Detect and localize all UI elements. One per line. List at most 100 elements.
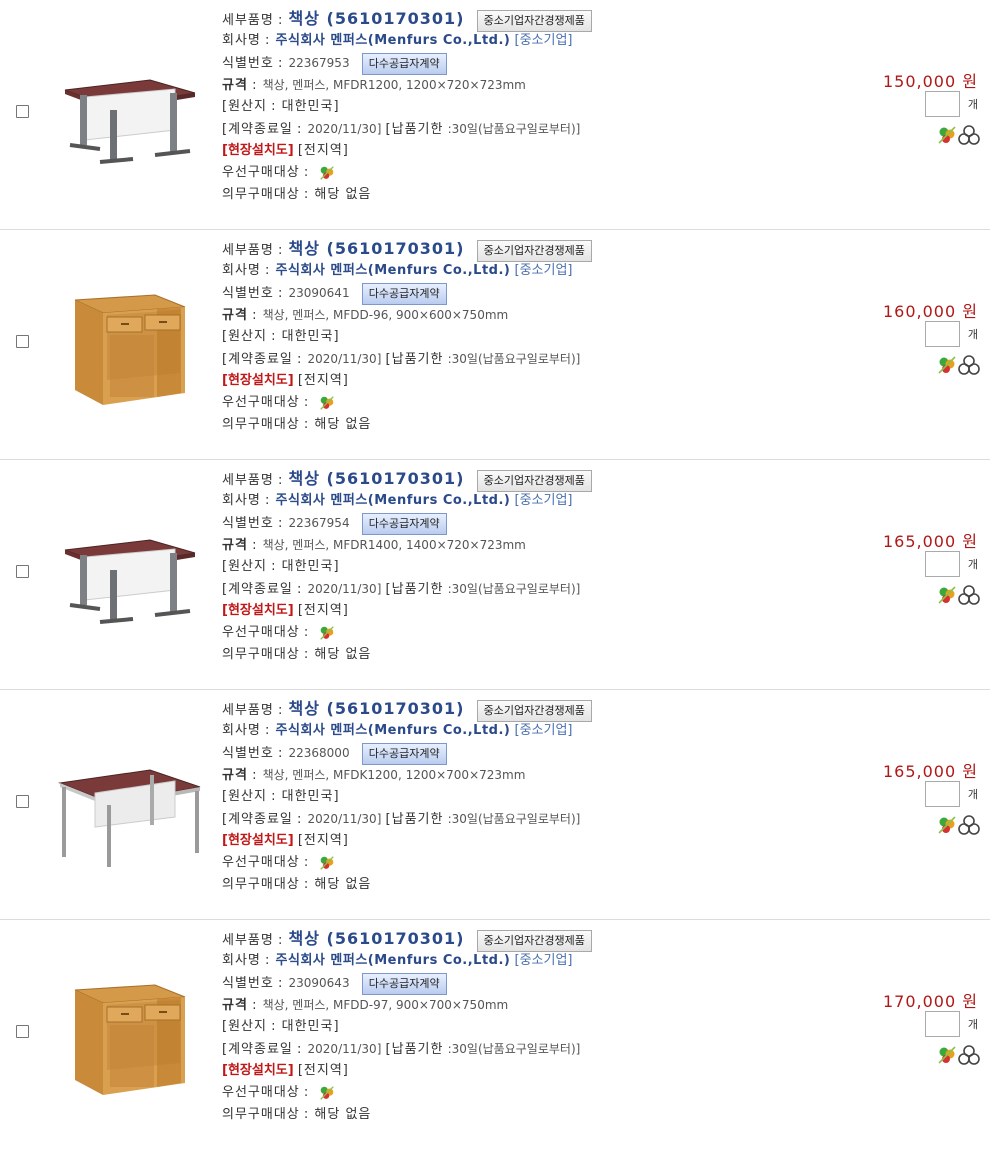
priority-purchase-icon[interactable]: [318, 624, 336, 642]
price-value: 165,000: [883, 532, 957, 551]
compare-icon[interactable]: [958, 124, 980, 146]
multi-contract-badge[interactable]: 다수공급자계약: [361, 742, 447, 765]
quantity-input[interactable]: [925, 91, 960, 117]
quantity-input[interactable]: [925, 551, 960, 577]
product-image[interactable]: [55, 495, 205, 645]
priority-purchase-icon[interactable]: [936, 584, 958, 606]
quantity-input[interactable]: [925, 1011, 960, 1037]
list-item: 세부품명 : 책상 (5610170301) 중소기업자간경쟁제품 회사명 : …: [0, 230, 990, 460]
mandatory-purchase-label: 의무구매대상: [222, 1107, 300, 1122]
product-name-link[interactable]: 책상 (5610170301): [289, 239, 465, 258]
quantity-input[interactable]: [925, 781, 960, 807]
price-value: 170,000: [883, 992, 957, 1011]
sme-competition-badge[interactable]: 중소기업자간경쟁제품: [476, 9, 592, 32]
product-image[interactable]: [55, 265, 205, 415]
compare-icon[interactable]: [958, 584, 980, 606]
action-icons: [936, 584, 980, 606]
sme-competition-badge[interactable]: 중소기업자간경쟁제품: [476, 469, 592, 492]
company-name[interactable]: 주식회사 멘퍼스(Menfurs Co.,Ltd.): [276, 493, 511, 508]
priority-purchase-icon[interactable]: [318, 854, 336, 872]
product-name-link[interactable]: 책상 (5610170301): [289, 699, 465, 718]
multi-contract-badge[interactable]: 다수공급자계약: [361, 972, 447, 995]
detail-name-label: 세부품명: [222, 13, 274, 28]
quantity-unit: 개: [967, 788, 978, 801]
delivery-value: :30일(납품요구일로부터)]: [447, 122, 581, 136]
priority-purchase-label: 우선구매대상: [222, 395, 300, 410]
product-image[interactable]: [55, 955, 205, 1105]
list-item: 세부품명 : 책상 (5610170301) 중소기업자간경쟁제품 회사명 : …: [0, 920, 990, 1150]
select-checkbox[interactable]: [16, 795, 29, 808]
spec-value: 책상, 멘퍼스, MFDD-97, 900×700×750mm: [262, 998, 509, 1012]
delivery-value: :30일(납품요구일로부터)]: [447, 812, 581, 826]
multi-contract-badge[interactable]: 다수공급자계약: [361, 52, 447, 75]
price-suffix: 원: [962, 532, 978, 551]
id-label: 식별번호: [222, 286, 274, 301]
origin-label: [원산지: [222, 99, 267, 114]
onsite-install-label: [현장설치도]: [222, 833, 294, 848]
priority-purchase-icon[interactable]: [936, 814, 958, 836]
mandatory-purchase-label: 의무구매대상: [222, 877, 300, 892]
desk-metal-leg-icon: [64, 539, 196, 624]
company-name[interactable]: 주식회사 멘퍼스(Menfurs Co.,Ltd.): [276, 723, 511, 738]
origin-value: 대한민국]: [281, 789, 340, 804]
quantity-unit: 개: [967, 328, 978, 341]
sme-competition-badge[interactable]: 중소기업자간경쟁제품: [476, 929, 592, 952]
contract-end-label: [계약종료일: [222, 122, 293, 137]
product-name-link[interactable]: 책상 (5610170301): [289, 469, 465, 488]
sme-competition-badge[interactable]: 중소기업자간경쟁제품: [476, 699, 592, 722]
mandatory-purchase-value: 해당 없음: [314, 417, 372, 432]
sme-tag: [중소기업]: [514, 493, 573, 508]
spec-value: 책상, 멘퍼스, MFDR1200, 1200×720×723mm: [262, 78, 526, 92]
sme-competition-badge[interactable]: 중소기업자간경쟁제품: [476, 239, 592, 262]
priority-purchase-icon[interactable]: [318, 164, 336, 182]
contract-end-value: 2020/11/30]: [307, 1042, 382, 1056]
select-checkbox[interactable]: [16, 105, 29, 118]
sme-tag: [중소기업]: [514, 723, 573, 738]
mandatory-purchase-label: 의무구매대상: [222, 187, 300, 202]
priority-purchase-icon[interactable]: [318, 1084, 336, 1102]
product-info: 세부품명 : 책상 (5610170301) 중소기업자간경쟁제품 회사명 : …: [222, 238, 862, 436]
product-info: 세부품명 : 책상 (5610170301) 중소기업자간경쟁제품 회사명 : …: [222, 468, 862, 666]
multi-contract-badge[interactable]: 다수공급자계약: [361, 282, 447, 305]
priority-purchase-icon[interactable]: [936, 354, 958, 376]
action-icons: [936, 354, 980, 376]
id-value: 22367954: [288, 516, 350, 530]
list-item: 세부품명 : 책상 (5610170301) 중소기업자간경쟁제품 회사명 : …: [0, 0, 990, 230]
compare-icon[interactable]: [958, 814, 980, 836]
origin-label: [원산지: [222, 559, 267, 574]
region-label: [전지역]: [297, 833, 349, 848]
origin-value: 대한민국]: [281, 99, 340, 114]
priority-purchase-icon[interactable]: [936, 1044, 958, 1066]
company-name[interactable]: 주식회사 멘퍼스(Menfurs Co.,Ltd.): [276, 953, 511, 968]
select-checkbox[interactable]: [16, 1025, 29, 1038]
company-name[interactable]: 주식회사 멘퍼스(Menfurs Co.,Ltd.): [276, 263, 511, 278]
price: 165,000 원: [883, 758, 978, 782]
product-name-link[interactable]: 책상 (5610170301): [289, 929, 465, 948]
price-suffix: 원: [962, 72, 978, 91]
product-image[interactable]: [55, 35, 205, 185]
quantity-input[interactable]: [925, 321, 960, 347]
multi-contract-badge[interactable]: 다수공급자계약: [361, 512, 447, 535]
company-name[interactable]: 주식회사 멘퍼스(Menfurs Co.,Ltd.): [276, 33, 511, 48]
sme-tag: [중소기업]: [514, 33, 573, 48]
compare-icon[interactable]: [958, 354, 980, 376]
select-checkbox[interactable]: [16, 335, 29, 348]
priority-purchase-icon[interactable]: [318, 394, 336, 412]
price: 165,000 원: [883, 528, 978, 552]
onsite-install-label: [현장설치도]: [222, 603, 294, 618]
origin-value: 대한민국]: [281, 1019, 340, 1034]
priority-purchase-icon[interactable]: [936, 124, 958, 146]
product-name-link[interactable]: 책상 (5610170301): [289, 9, 465, 28]
select-checkbox[interactable]: [16, 565, 29, 578]
mandatory-purchase-label: 의무구매대상: [222, 647, 300, 662]
spec-label: 규격: [222, 998, 248, 1013]
compare-icon[interactable]: [958, 1044, 980, 1066]
detail-name-label: 세부품명: [222, 243, 274, 258]
detail-name-label: 세부품명: [222, 933, 274, 948]
product-image[interactable]: [55, 725, 205, 875]
contract-end-label: [계약종료일: [222, 352, 293, 367]
price: 150,000 원: [883, 68, 978, 92]
delivery-label: [납품기한: [385, 1042, 444, 1057]
company-label: 회사명: [222, 493, 261, 508]
mandatory-purchase-label: 의무구매대상: [222, 417, 300, 432]
